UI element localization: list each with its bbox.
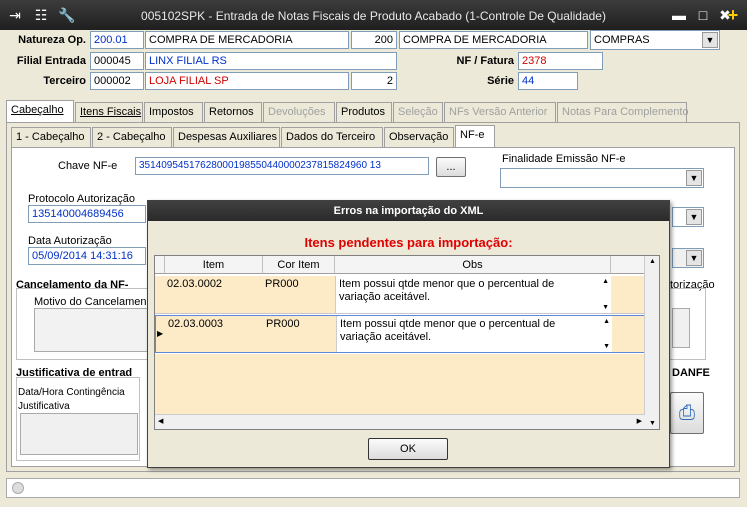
filial-code-field[interactable]: 000045 (90, 52, 144, 70)
tab-itens-fiscais[interactable]: Itens Fiscais (75, 102, 143, 122)
finalidade-select[interactable]: ▼ (500, 168, 704, 188)
grid-corner (155, 256, 165, 274)
terceiro-code-field[interactable]: 000002 (90, 72, 144, 90)
maximize-icon[interactable]: □ (694, 6, 712, 24)
natureza-label: Natureza Op. (18, 34, 86, 46)
subtab-observacao[interactable]: Observação (384, 127, 454, 147)
window-title: 005102SPK - Entrada de Notas Fiscais de … (141, 9, 606, 23)
row-obs: Item possui qtde menor que o percentual … (340, 318, 556, 343)
table-row[interactable]: ▶ 02.03.0003 PR000 Item possui qtde meno… (155, 315, 645, 353)
scroll-left-icon[interactable]: ◀ (158, 417, 163, 425)
row-obs: Item possui qtde menor que o percentual … (339, 278, 555, 303)
xml-errors-dialog: Erros na importação do XML Itens pendent… (147, 200, 670, 468)
serie-label: Série (487, 75, 514, 87)
chevron-down-icon[interactable]: ▼ (686, 170, 702, 186)
natureza-code2-field[interactable]: 200 (351, 31, 397, 49)
tab-produtos[interactable]: Produtos (336, 102, 392, 122)
terceiro-name-field[interactable]: LOJA FILIAL SP (145, 72, 349, 90)
contingencia-label: Data/Hora Contingência (18, 387, 125, 398)
protocolo-label: Protocolo Autorização (28, 193, 136, 205)
scroll-up-icon[interactable]: ▲ (602, 278, 609, 285)
tab-impostos[interactable]: Impostos (144, 102, 203, 122)
main-tab-strip: Cabeçalho Itens Fiscais Impostos Retorno… (6, 100, 740, 122)
row-pointer-icon: ▶ (157, 329, 164, 338)
tab-nfs-versao-anterior[interactable]: NFs Versão Anterior (444, 102, 556, 122)
title-bar: ⇥ ☷ 🔧 005102SPK - Entrada de Notas Fisca… (0, 0, 747, 30)
table-row[interactable]: 02.03.0002 PR000 Item possui qtde menor … (155, 276, 645, 314)
col-obs[interactable]: Obs (335, 256, 611, 274)
col-extra (611, 256, 645, 274)
chave-field[interactable]: 3514095451762800019855044000023781582496… (135, 157, 429, 175)
data-autorizacao-label: Data Autorização (28, 235, 112, 247)
chave-browse-button[interactable]: ... (436, 157, 466, 177)
terceiro-num-field[interactable]: 2 (351, 72, 397, 90)
filial-name-field[interactable]: LINX FILIAL RS (145, 52, 397, 70)
serie-field[interactable]: 44 (518, 72, 578, 90)
finalidade-label: Finalidade Emissão NF-e (502, 153, 626, 165)
natureza-desc-field[interactable]: COMPRA DE MERCADORIA (145, 31, 349, 49)
chevron-down-icon[interactable]: ▼ (686, 209, 702, 225)
filial-label: Filial Entrada (16, 55, 86, 67)
status-bar (6, 478, 740, 498)
scroll-up-icon[interactable]: ▲ (603, 318, 610, 325)
danfe-print-icon[interactable]: ⎙ (670, 392, 704, 434)
row-obs-box[interactable]: Item possui qtde menor que o percentual … (335, 276, 611, 313)
scroll-down-icon[interactable]: ▼ (603, 343, 610, 350)
tab-cabecalho[interactable]: Cabeçalho (6, 100, 74, 122)
row-obs-box[interactable]: Item possui qtde menor que o percentual … (336, 316, 612, 352)
subtab-nfe[interactable]: NF-e (455, 125, 495, 147)
scroll-down-icon[interactable]: ▼ (602, 304, 609, 311)
minimize-icon[interactable]: ▬ (670, 6, 688, 24)
col-cor-item[interactable]: Cor Item (263, 256, 335, 274)
motivo-label: Motivo do Cancelamen (34, 296, 147, 308)
subtab-1-cabecalho[interactable]: 1 - Cabeçalho (11, 127, 91, 147)
row-cor: PR000 (265, 278, 299, 290)
scroll-right-icon[interactable]: ▶ (637, 417, 642, 425)
row-item: 02.03.0003 (168, 318, 224, 330)
subtab-dados-terceiro[interactable]: Dados do Terceiro (281, 127, 383, 147)
row-cor: PR000 (266, 318, 300, 330)
grid-empty-area (155, 354, 645, 414)
terceiro-label: Terceiro (43, 75, 86, 87)
ok-button[interactable]: OK (368, 438, 448, 460)
natureza-code-field[interactable]: 200.01 (90, 31, 144, 49)
dialog-title: Erros na importação do XML (148, 201, 669, 221)
motivo-field[interactable] (34, 308, 154, 352)
subtab-despesas[interactable]: Despesas Auxiliares (173, 127, 280, 147)
right-select-2[interactable]: ▼ (672, 248, 704, 268)
right-select-1[interactable]: ▼ (672, 207, 704, 227)
data-autorizacao-field[interactable]: 05/09/2014 14:31:16 (28, 247, 146, 265)
status-indicator-icon (12, 482, 24, 494)
tab-devolucoes[interactable]: Devoluções (263, 102, 335, 122)
nf-label: NF / Fatura (456, 55, 514, 67)
danfe-label: DANFE (672, 367, 710, 379)
nf-field[interactable]: 2378 (518, 52, 603, 70)
pending-items-grid: Item Cor Item Obs 02.03.0002 PR000 Item … (154, 255, 660, 430)
chave-label: Chave NF-e (58, 160, 118, 172)
tab-notas-complemento[interactable]: Notas Para Complemento (557, 102, 689, 122)
row-item: 02.03.0002 (167, 278, 223, 290)
right-scroll[interactable] (672, 308, 690, 348)
scroll-up-icon[interactable]: ▲ (649, 258, 656, 265)
grid-horizontal-scrollbar[interactable]: ◀ ▶ (155, 414, 645, 429)
add-icon[interactable]: + (724, 6, 742, 24)
scroll-down-icon[interactable]: ▼ (649, 420, 656, 427)
grid-vertical-scrollbar[interactable]: ▲ ▼ (644, 256, 659, 429)
justificativa-field[interactable] (20, 413, 138, 455)
col-item[interactable]: Item (165, 256, 263, 274)
natureza-type-select[interactable]: COMPRAS ▼ (590, 30, 720, 50)
justificativa-label: Justificativa (18, 401, 70, 412)
protocolo-field[interactable]: 135140004689456 (28, 205, 146, 223)
tab-selecao[interactable]: Seleção (393, 102, 443, 122)
subtab-2-cabecalho[interactable]: 2 - Cabeçalho (92, 127, 172, 147)
chevron-down-icon[interactable]: ▼ (702, 32, 718, 48)
dialog-heading: Itens pendentes para importação: (304, 235, 513, 250)
natureza-type-value: COMPRAS (594, 34, 650, 46)
natureza-desc2-field[interactable]: COMPRA DE MERCADORIA (399, 31, 588, 49)
tab-retornos[interactable]: Retornos (204, 102, 262, 122)
chevron-down-icon[interactable]: ▼ (686, 250, 702, 266)
